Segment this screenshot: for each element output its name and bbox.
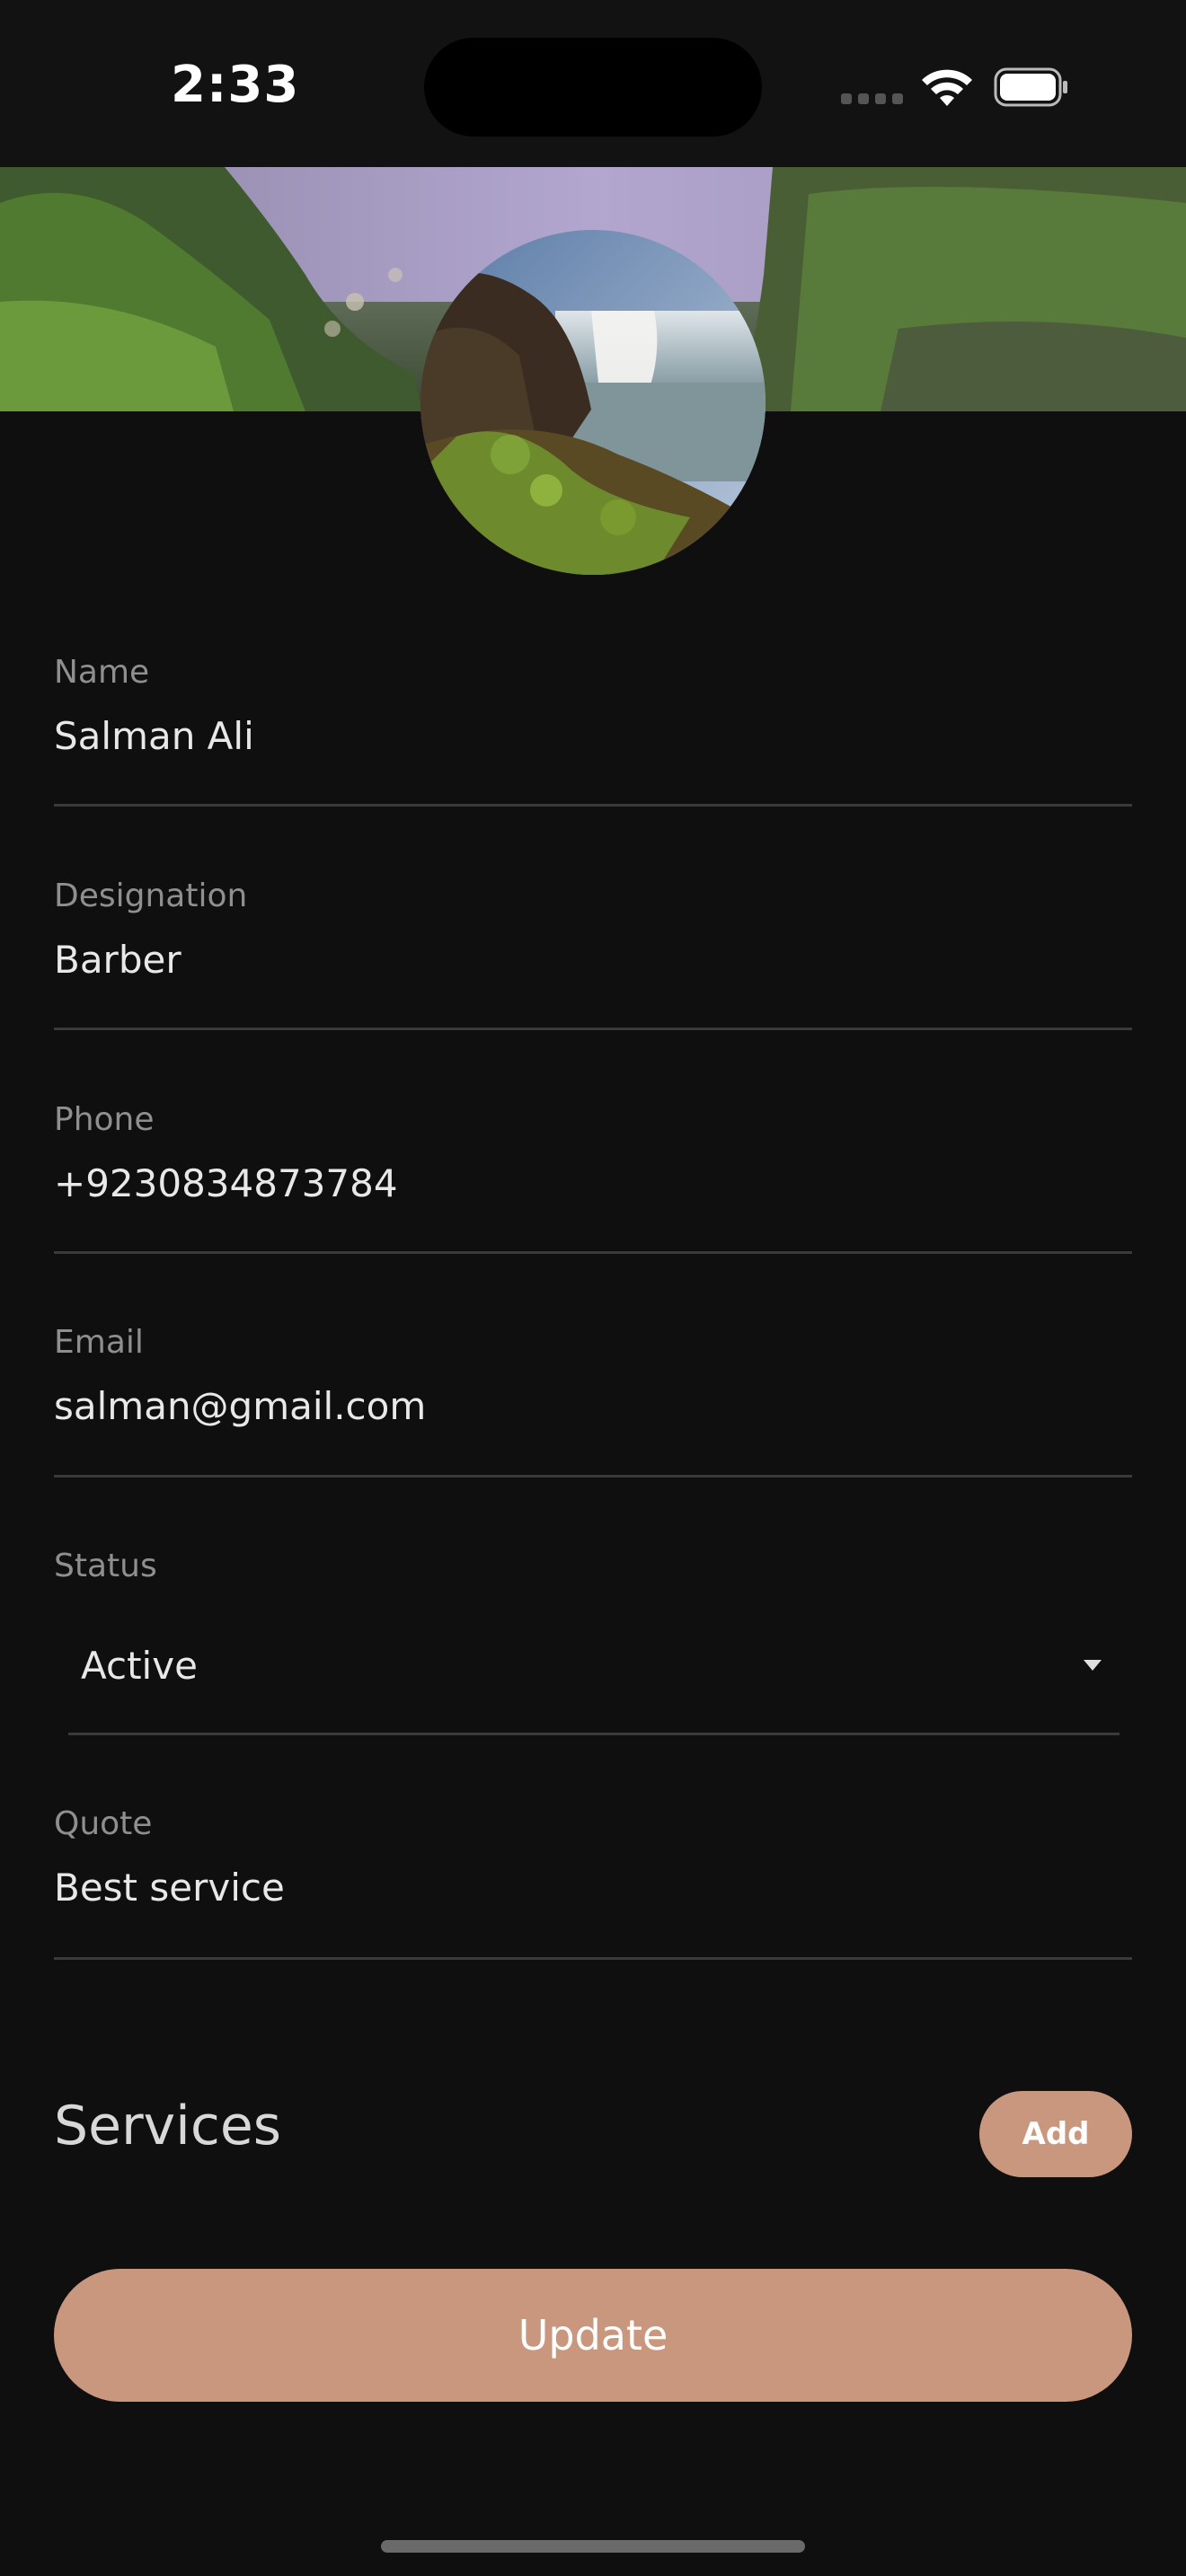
designation-label: Designation — [54, 878, 248, 914]
quote-input[interactable]: Best service — [54, 1866, 1132, 1910]
name-input[interactable]: Salman Ali — [54, 714, 1132, 758]
email-divider — [54, 1475, 1132, 1478]
quote-field[interactable]: Quote Best service — [54, 1805, 1132, 1960]
update-button[interactable]: Update — [54, 2269, 1132, 2402]
services-heading: Services — [54, 2095, 282, 2157]
designation-input[interactable]: Barber — [54, 938, 1132, 982]
email-label: Email — [54, 1324, 144, 1361]
status-selected-value: Active — [81, 1644, 198, 1688]
profile-avatar[interactable] — [420, 230, 766, 575]
name-field[interactable]: Name Salman Ali — [54, 654, 1132, 807]
dynamic-island — [424, 38, 762, 137]
phone-input[interactable]: +9230834873784 — [54, 1161, 1132, 1205]
status-field: Status — [54, 1548, 1132, 1584]
phone-field[interactable]: Phone +9230834873784 — [54, 1101, 1132, 1254]
waterfall-avatar-image — [420, 230, 766, 575]
name-label: Name — [54, 654, 150, 691]
battery-icon — [994, 67, 1067, 107]
add-service-button[interactable]: Add — [979, 2091, 1132, 2177]
caret-down-icon — [1084, 1660, 1102, 1671]
designation-field[interactable]: Designation Barber — [54, 878, 1132, 1030]
home-indicator[interactable] — [381, 2540, 805, 2553]
quote-label: Quote — [54, 1805, 153, 1842]
name-divider — [54, 804, 1132, 807]
status-bar: 2:33 — [0, 0, 1186, 167]
cellular-signal-icon — [841, 93, 904, 106]
designation-divider — [54, 1028, 1132, 1030]
status-time: 2:33 — [171, 56, 300, 114]
email-input[interactable]: salman@gmail.com — [54, 1384, 1132, 1428]
status-divider — [68, 1733, 1120, 1735]
phone-label: Phone — [54, 1101, 155, 1138]
status-dropdown[interactable]: Active — [68, 1628, 1120, 1708]
wifi-icon — [922, 69, 972, 106]
quote-divider — [54, 1957, 1132, 1960]
status-label: Status — [54, 1548, 157, 1584]
phone-divider — [54, 1251, 1132, 1254]
email-field[interactable]: Email salman@gmail.com — [54, 1324, 1132, 1478]
